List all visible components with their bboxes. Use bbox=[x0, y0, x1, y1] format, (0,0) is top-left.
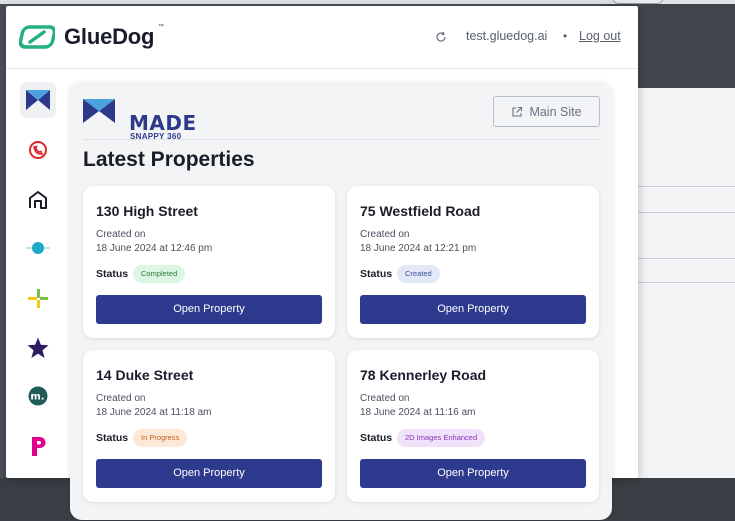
made-snappy-logo: MADE SNAPPY 360 bbox=[83, 97, 196, 141]
p-letter-icon bbox=[32, 437, 46, 456]
app-sidebar: m. bbox=[16, 82, 60, 472]
created-label: Created on bbox=[96, 393, 146, 404]
status-label: Status bbox=[360, 268, 393, 280]
refresh-icon[interactable] bbox=[435, 31, 447, 43]
m-circle-icon: m. bbox=[28, 386, 48, 406]
status-label: Status bbox=[360, 432, 393, 444]
teal-circle-icon bbox=[26, 242, 50, 254]
main-site-button[interactable]: Main Site bbox=[493, 96, 600, 127]
logout-link[interactable]: Log out bbox=[579, 29, 621, 43]
created-date: 18 June 2024 at 11:16 am bbox=[360, 407, 476, 418]
created-date: 18 June 2024 at 12:21 pm bbox=[360, 243, 477, 254]
sidebar-item-house-app[interactable] bbox=[20, 182, 56, 218]
created-date: 18 June 2024 at 11:18 am bbox=[96, 407, 212, 418]
sidebar-item-teal-app[interactable] bbox=[20, 230, 56, 266]
open-property-button[interactable]: Open Property bbox=[360, 295, 586, 324]
status-label: Status bbox=[96, 268, 129, 280]
section-title: Latest Properties bbox=[83, 148, 255, 171]
property-title: 75 Westfield Road bbox=[360, 203, 481, 219]
created-label: Created on bbox=[96, 229, 146, 240]
sidebar-item-plus-app[interactable] bbox=[20, 280, 56, 316]
header-separator: • bbox=[563, 29, 568, 43]
status-badge: Completed bbox=[133, 265, 186, 283]
created-label: Created on bbox=[360, 229, 410, 240]
status-badge: Created bbox=[397, 265, 440, 283]
made-logo-icon bbox=[83, 99, 115, 123]
status-badge: In Progress bbox=[133, 429, 188, 447]
property-card: 130 High Street Created on 18 June 2024 … bbox=[83, 186, 335, 338]
property-card: 78 Kennerley Road Created on 18 June 202… bbox=[347, 350, 599, 502]
property-title: 14 Duke Street bbox=[96, 367, 194, 383]
properties-panel: MADE SNAPPY 360 Main Site Latest Propert… bbox=[70, 82, 612, 520]
trademark-mark: ™ bbox=[158, 24, 164, 30]
created-label: Created on bbox=[360, 393, 410, 404]
divider bbox=[83, 139, 600, 140]
open-property-button[interactable]: Open Property bbox=[360, 459, 586, 488]
property-title: 78 Kennerley Road bbox=[360, 367, 487, 383]
popup-header: GlueDog ™ test.gluedog.ai • Log out bbox=[6, 6, 638, 69]
created-date: 18 June 2024 at 12:46 pm bbox=[96, 243, 213, 254]
brand-name: GlueDog bbox=[64, 24, 155, 49]
open-property-button[interactable]: Open Property bbox=[96, 459, 322, 488]
status-label: Status bbox=[96, 432, 129, 444]
star-icon bbox=[27, 337, 49, 358]
property-title: 130 High Street bbox=[96, 203, 198, 219]
made-logo-icon bbox=[26, 90, 50, 110]
green-yellow-plus-icon bbox=[28, 289, 48, 308]
sidebar-item-star-app[interactable] bbox=[20, 330, 56, 366]
sidebar-item-m-app[interactable]: m. bbox=[20, 378, 56, 414]
external-link-icon bbox=[512, 106, 523, 117]
svg-text:m.: m. bbox=[30, 392, 44, 403]
status-badge: 2D Images Enhanced bbox=[397, 429, 486, 447]
open-property-button[interactable]: Open Property bbox=[96, 295, 322, 324]
sidebar-item-phone-app[interactable] bbox=[20, 132, 56, 168]
gluedog-logo-icon bbox=[19, 25, 55, 49]
house-outline-icon bbox=[29, 191, 47, 209]
property-card: 14 Duke Street Created on 18 June 2024 a… bbox=[83, 350, 335, 502]
account-domain[interactable]: test.gluedog.ai bbox=[466, 29, 547, 43]
sidebar-item-made-snappy-360[interactable] bbox=[20, 82, 56, 118]
sidebar-item-p-app[interactable] bbox=[20, 428, 56, 464]
phone-circle-icon bbox=[29, 141, 47, 159]
main-site-label: Main Site bbox=[529, 104, 582, 119]
property-card: 75 Westfield Road Created on 18 June 202… bbox=[347, 186, 599, 338]
